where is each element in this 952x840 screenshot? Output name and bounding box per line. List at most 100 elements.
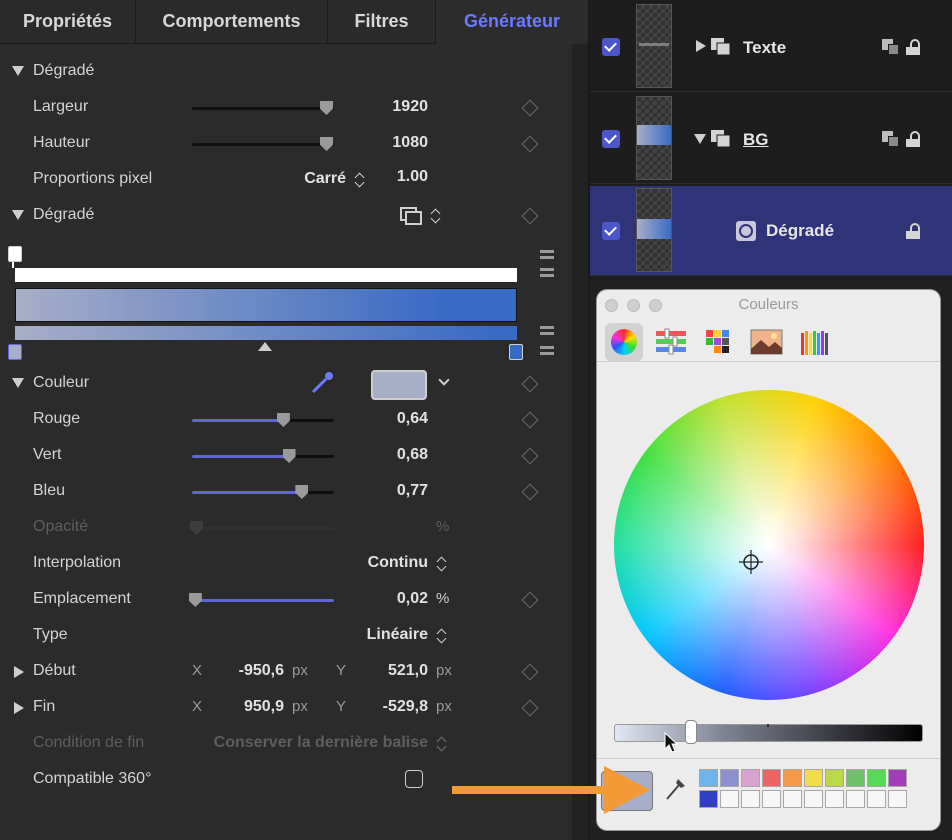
- blue-value[interactable]: 0,77: [340, 482, 428, 500]
- height-slider-knob[interactable]: [320, 137, 333, 151]
- green-value[interactable]: 0,68: [340, 446, 428, 464]
- keyframe-diamond-icon[interactable]: [521, 207, 539, 225]
- location-slider-knob[interactable]: [188, 593, 202, 607]
- disclosure-triangle-icon[interactable]: [12, 210, 24, 220]
- blend-mode-icon[interactable]: [882, 131, 900, 147]
- eyedropper-icon[interactable]: [309, 370, 335, 396]
- disclosure-triangle-icon[interactable]: [14, 702, 24, 714]
- layer-row-gradient[interactable]: Dégradé: [590, 186, 952, 276]
- keyframe-diamond-icon[interactable]: [521, 699, 539, 717]
- color-swatch[interactable]: [783, 790, 802, 808]
- width-slider-knob[interactable]: [320, 101, 333, 115]
- keyframe-diamond-icon[interactable]: [521, 375, 539, 393]
- location-slider[interactable]: [188, 593, 334, 607]
- color-stop-end[interactable]: [509, 344, 523, 360]
- height-value[interactable]: 1080: [340, 134, 428, 152]
- color-swatch[interactable]: [741, 790, 760, 808]
- green-slider[interactable]: [192, 449, 334, 463]
- red-slider-knob[interactable]: [276, 413, 290, 427]
- keyframe-diamond-icon[interactable]: [521, 483, 539, 501]
- keyframe-diamond-icon[interactable]: [521, 591, 539, 609]
- layer-visibility-checkbox[interactable]: [602, 222, 620, 240]
- color-swatch[interactable]: [720, 769, 739, 787]
- keyframe-diamond-icon[interactable]: [521, 447, 539, 465]
- type-popup[interactable]: Linéaire: [300, 626, 428, 644]
- color-swatch[interactable]: [762, 790, 781, 808]
- green-slider-knob[interactable]: [282, 449, 296, 463]
- start-x-value[interactable]: -950,6: [210, 662, 284, 680]
- color-swatch[interactable]: [804, 769, 823, 787]
- color-wheel[interactable]: [614, 390, 924, 700]
- gradient-preset-icon[interactable]: [399, 206, 423, 226]
- opacity-menu-icon[interactable]: [540, 250, 554, 260]
- end-x-value[interactable]: 950,9: [210, 698, 284, 716]
- red-slider[interactable]: [192, 413, 334, 427]
- midpoint-marker-icon[interactable]: [258, 342, 272, 351]
- color-row[interactable]: Couleur: [0, 366, 572, 402]
- start-y-value[interactable]: 521,0: [356, 662, 428, 680]
- color-swatch[interactable]: [846, 790, 865, 808]
- inspector-scrollbar[interactable]: [572, 44, 588, 840]
- layer-row-text[interactable]: Texte: [590, 0, 952, 92]
- keyframe-diamond-icon[interactable]: [521, 135, 539, 153]
- color-swatch[interactable]: [720, 790, 739, 808]
- layer-row-bg[interactable]: BG: [590, 92, 952, 184]
- layer-visibility-checkbox[interactable]: [602, 130, 620, 148]
- color-swatch[interactable]: [741, 769, 760, 787]
- disclosure-triangle-icon[interactable]: [12, 66, 24, 76]
- popup-stepper-icon[interactable]: [437, 555, 447, 573]
- compat360-checkbox[interactable]: [405, 770, 423, 788]
- color-swatch[interactable]: [699, 790, 718, 808]
- disclosure-triangle-icon[interactable]: [694, 134, 706, 144]
- color-wheel-mode-button[interactable]: [605, 323, 643, 361]
- layer-name[interactable]: BG: [743, 130, 769, 150]
- lock-icon[interactable]: [906, 131, 924, 147]
- pencils-mode-button[interactable]: [795, 323, 833, 361]
- location-value[interactable]: 0,02: [340, 590, 428, 608]
- color-swatch[interactable]: [804, 790, 823, 808]
- color-swatch[interactable]: [825, 790, 844, 808]
- tab-behaviors[interactable]: Comportements: [136, 0, 328, 44]
- width-slider[interactable]: [192, 101, 334, 115]
- keyframe-diamond-icon[interactable]: [521, 411, 539, 429]
- color-palettes-mode-button[interactable]: [699, 323, 737, 361]
- disclosure-triangle-icon[interactable]: [696, 40, 706, 52]
- color-swatch[interactable]: [888, 790, 907, 808]
- color-swatch[interactable]: [783, 769, 802, 787]
- color-menu-icon[interactable]: [540, 326, 554, 336]
- disclosure-triangle-icon[interactable]: [12, 378, 24, 388]
- image-palettes-mode-button[interactable]: [747, 323, 785, 361]
- color-swatch[interactable]: [867, 769, 886, 787]
- tab-filters[interactable]: Filtres: [328, 0, 436, 44]
- popup-stepper-icon[interactable]: [431, 207, 441, 225]
- opacity-grid-icon[interactable]: [540, 268, 554, 278]
- tab-generator[interactable]: Générateur: [436, 0, 588, 44]
- color-sliders-mode-button[interactable]: [651, 323, 689, 361]
- popup-stepper-icon[interactable]: [437, 627, 447, 645]
- color-swatch[interactable]: [762, 769, 781, 787]
- layer-name[interactable]: Dégradé: [766, 221, 834, 241]
- layer-visibility-checkbox[interactable]: [602, 38, 620, 56]
- gradient-row[interactable]: Dégradé: [0, 198, 572, 234]
- keyframe-diamond-icon[interactable]: [521, 99, 539, 117]
- opacity-stop[interactable]: [8, 246, 22, 262]
- brightness-slider-knob[interactable]: [685, 720, 698, 744]
- chevron-down-icon[interactable]: [438, 374, 450, 386]
- color-bar[interactable]: [15, 326, 517, 340]
- magnifier-eyedropper-icon[interactable]: [663, 775, 689, 803]
- color-swatch[interactable]: [699, 769, 718, 787]
- section-gradient-header[interactable]: Dégradé: [0, 54, 572, 90]
- lock-icon[interactable]: [906, 39, 924, 55]
- keyframe-diamond-icon[interactable]: [521, 663, 539, 681]
- lock-icon[interactable]: [906, 223, 924, 239]
- color-wheel-cursor-icon[interactable]: [739, 550, 763, 574]
- pixel-aspect-popup[interactable]: Carré: [260, 170, 346, 188]
- disclosure-triangle-icon[interactable]: [14, 666, 24, 678]
- end-y-value[interactable]: -529,8: [356, 698, 428, 716]
- pixel-aspect-value[interactable]: 1.00: [370, 168, 428, 186]
- color-well[interactable]: [371, 370, 427, 400]
- color-swatch[interactable]: [888, 769, 907, 787]
- color-stop-start[interactable]: [8, 344, 22, 360]
- popup-stepper-icon[interactable]: [355, 171, 365, 189]
- blend-mode-icon[interactable]: [882, 39, 900, 55]
